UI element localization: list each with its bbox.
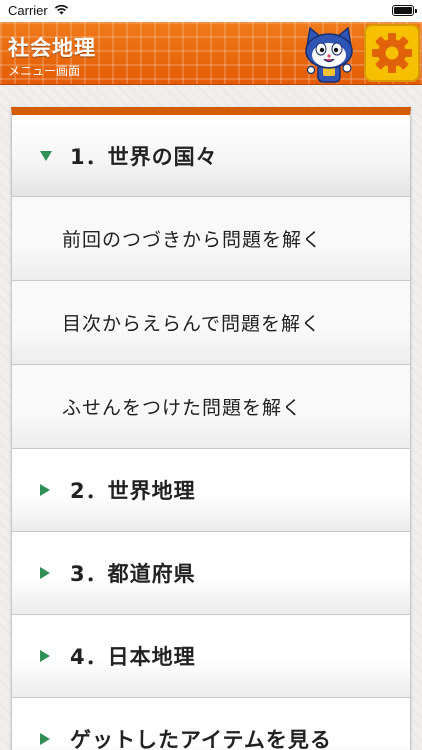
sub-item-label: ふせんをつけた問題を解く [62,397,303,419]
section-world-geography[interactable]: 2．世界地理 [12,449,410,532]
expand-arrow-right-icon [40,567,50,579]
menu-list: 1．世界の国々 前回のつづきから問題を解く 目次からえらんで問題を解く ふせんを… [11,107,411,750]
section-label: 2．世界地理 [70,479,196,503]
expand-arrow-right-icon [40,733,50,745]
wifi-icon [54,4,69,15]
battery-icon [392,5,417,16]
expand-arrow-down-icon [40,150,52,161]
settings-button[interactable] [364,24,420,82]
choose-from-contents-item[interactable]: 目次からえらんで問題を解く [12,281,410,365]
section-label: 1．世界の国々 [70,144,218,169]
gear-icon [372,33,412,73]
screen-subtitle: メニュー画面 [8,64,81,78]
sub-item-label: 前回のつづきから問題を解く [62,229,323,251]
section-japan-geography[interactable]: 4．日本地理 [12,615,410,698]
expand-arrow-right-icon [40,484,50,496]
section-label: 3．都道府県 [70,562,196,586]
section-label: ゲットしたアイテムを見る [70,728,332,750]
app-header: 社会地理 メニュー画面 [0,22,422,85]
section-label: 4．日本地理 [70,645,196,669]
bookmarked-problems-item[interactable]: ふせんをつけた問題を解く [12,365,410,449]
resume-problems-item[interactable]: 前回のつづきから問題を解く [12,197,410,281]
mascot-cat-icon [305,26,353,83]
section-view-items[interactable]: ゲットしたアイテムを見る [12,698,410,750]
carrier-label: Carrier [8,3,48,18]
section-world-countries[interactable]: 1．世界の国々 [12,115,410,197]
section-prefectures[interactable]: 3．都道府県 [12,532,410,615]
status-bar: Carrier [0,0,422,22]
sub-item-label: 目次からえらんで問題を解く [62,313,322,335]
expand-arrow-right-icon [40,650,50,662]
app-title: 社会地理 [8,36,96,60]
